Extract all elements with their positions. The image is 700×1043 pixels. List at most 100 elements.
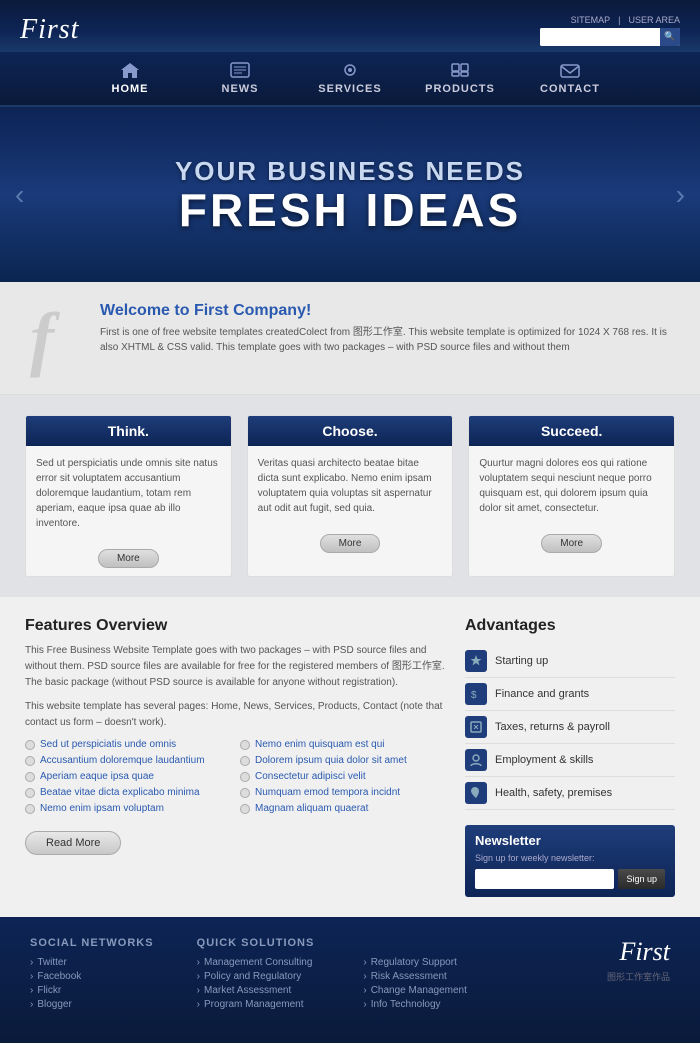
feature-item: Consectetur adipisci velit <box>240 771 445 782</box>
welcome-heading: Welcome to First Company! <box>100 302 670 320</box>
radio-icon <box>25 740 35 750</box>
card-succeed-more-button[interactable]: More <box>541 534 602 553</box>
features-desc2: This website template has several pages:… <box>25 699 445 731</box>
card-succeed-footer: More <box>469 526 674 561</box>
radio-icon <box>240 804 250 814</box>
card-think-body: Sed ut perspiciatis unde omnis site natu… <box>26 446 231 541</box>
main-content: Features Overview This Free Business Web… <box>0 597 700 917</box>
advantage-item: $ Finance and grants <box>465 678 675 711</box>
feature-item: Accusantium doloremque laudantium <box>25 755 230 766</box>
health-icon <box>465 782 487 804</box>
card-succeed: Succeed. Quurtur magni dolores eos qui r… <box>468 415 675 577</box>
card-think: Think. Sed ut perspiciatis unde omnis si… <box>25 415 232 577</box>
feature-item: Nemo enim ipsam voluptam <box>25 803 230 814</box>
search-button[interactable]: 🔍 <box>660 28 680 46</box>
feature-item: Aperiam eaque ipsa quae <box>25 771 230 782</box>
card-choose-body: Veritas quasi architecto beatae bitae di… <box>248 446 453 526</box>
card-think-footer: More <box>26 541 231 576</box>
features-section: Features Overview This Free Business Web… <box>25 617 445 897</box>
footer-social: Social Networks Twitter Facebook Flickr … <box>30 937 177 1013</box>
svg-text:$: $ <box>471 690 477 701</box>
card-choose-header: Choose. <box>248 416 453 446</box>
footer-flickr-link[interactable]: Flickr <box>30 985 177 996</box>
advantage-item: Health, safety, premises <box>465 777 675 810</box>
hero-line2: FRESH IDEAS <box>175 187 525 233</box>
hero-banner: ‹ YOUR BUSINESS NEEDS FRESH IDEAS › <box>0 107 700 282</box>
services-icon <box>336 60 364 80</box>
welcome-body: First is one of free website templates c… <box>100 325 670 355</box>
nav-services[interactable]: SERVICES <box>295 52 405 105</box>
finance-icon: $ <box>465 683 487 705</box>
footer-blogger-link[interactable]: Blogger <box>30 999 177 1010</box>
footer-content: Social Networks Twitter Facebook Flickr … <box>30 937 670 1013</box>
starting-up-icon <box>465 650 487 672</box>
welcome-section: f Welcome to First Company! First is one… <box>0 282 700 395</box>
radio-icon <box>240 772 250 782</box>
user-area-link[interactable]: USER AREA <box>628 15 680 25</box>
newsletter-title: Newsletter <box>475 833 665 848</box>
card-succeed-header: Succeed. <box>469 416 674 446</box>
card-choose-footer: More <box>248 526 453 561</box>
read-more-button[interactable]: Read More <box>25 831 121 855</box>
nav-contact[interactable]: CONTACT <box>515 52 625 105</box>
newsletter-input[interactable] <box>475 869 614 889</box>
home-icon <box>116 60 144 80</box>
footer-solutions-title: Quick Solutions <box>197 937 344 949</box>
search-input[interactable] <box>540 28 660 46</box>
footer-logo-sub: 图形工作室作品 <box>607 970 670 983</box>
advantage-item: Starting up <box>465 645 675 678</box>
cards-section: Think. Sed ut perspiciatis unde omnis si… <box>0 395 700 597</box>
main-nav: HOME NEWS SERVICES <box>0 52 700 107</box>
right-sidebar: Advantages Starting up $ Finance and gra… <box>465 617 675 897</box>
newsletter-desc: Sign up for weekly newsletter: <box>475 853 665 863</box>
footer-sol2-link[interactable]: Policy and Regulatory <box>197 971 344 982</box>
features-title: Features Overview <box>25 617 445 635</box>
card-succeed-body: Quurtur magni dolores eos qui ratione vo… <box>469 446 674 526</box>
header-links: SITEMAP | USER AREA <box>571 15 680 25</box>
nav-news[interactable]: NEWS <box>185 52 295 105</box>
newsletter-submit-button[interactable]: Sign up <box>618 869 665 889</box>
employment-icon <box>465 749 487 771</box>
hero-next-button[interactable]: › <box>676 179 685 211</box>
features-col-left: Sed ut perspiciatis unde omnis Accusanti… <box>25 739 230 819</box>
radio-icon <box>240 788 250 798</box>
footer-facebook-link[interactable]: Facebook <box>30 971 177 982</box>
welcome-text: Welcome to First Company! First is one o… <box>100 302 670 355</box>
nav-home[interactable]: HOME <box>75 52 185 105</box>
footer-solutions2: Regulatory Support Risk Assessment Chang… <box>363 937 510 1013</box>
radio-icon <box>25 788 35 798</box>
radio-icon <box>25 772 35 782</box>
footer-logo-area: First 图形工作室作品 <box>530 937 670 1013</box>
footer-sol2-3-link[interactable]: Change Management <box>363 985 510 996</box>
footer-sol2-1-link[interactable]: Regulatory Support <box>363 957 510 968</box>
sitemap-link[interactable]: SITEMAP <box>571 15 611 25</box>
radio-icon <box>240 756 250 766</box>
taxes-icon <box>465 716 487 738</box>
feature-item: Sed ut perspiciatis unde omnis <box>25 739 230 750</box>
radio-icon <box>240 740 250 750</box>
feature-item: Numquam emod tempora incidnt <box>240 787 445 798</box>
contact-icon <box>556 60 584 80</box>
nav-products[interactable]: PRODUCTS <box>405 52 515 105</box>
footer-sol1-link[interactable]: Management Consulting <box>197 957 344 968</box>
footer-sol3-link[interactable]: Market Assessment <box>197 985 344 996</box>
card-think-header: Think. <box>26 416 231 446</box>
footer-sol4-link[interactable]: Program Management <box>197 999 344 1010</box>
header-right: SITEMAP | USER AREA 🔍 <box>540 15 680 46</box>
hero-prev-button[interactable]: ‹ <box>15 179 24 211</box>
card-choose-more-button[interactable]: More <box>320 534 381 553</box>
header: First SITEMAP | USER AREA 🔍 <box>0 0 700 52</box>
footer-sol2-2-link[interactable]: Risk Assessment <box>363 971 510 982</box>
footer-sol2-4-link[interactable]: Info Technology <box>363 999 510 1010</box>
hero-text: YOUR BUSINESS NEEDS FRESH IDEAS <box>175 156 525 233</box>
products-icon <box>446 60 474 80</box>
features-col-right: Nemo enim quisquam est qui Dolorem ipsum… <box>240 739 445 819</box>
advantages-title: Advantages <box>465 617 675 635</box>
footer-twitter-link[interactable]: Twitter <box>30 957 177 968</box>
news-icon <box>226 60 254 80</box>
hero-line1: YOUR BUSINESS NEEDS <box>175 156 525 187</box>
feature-item: Magnam aliquam quaerat <box>240 803 445 814</box>
feature-item: Dolorem ipsum quia dolor sit amet <box>240 755 445 766</box>
card-think-more-button[interactable]: More <box>98 549 159 568</box>
footer-solutions2-title <box>363 937 510 949</box>
